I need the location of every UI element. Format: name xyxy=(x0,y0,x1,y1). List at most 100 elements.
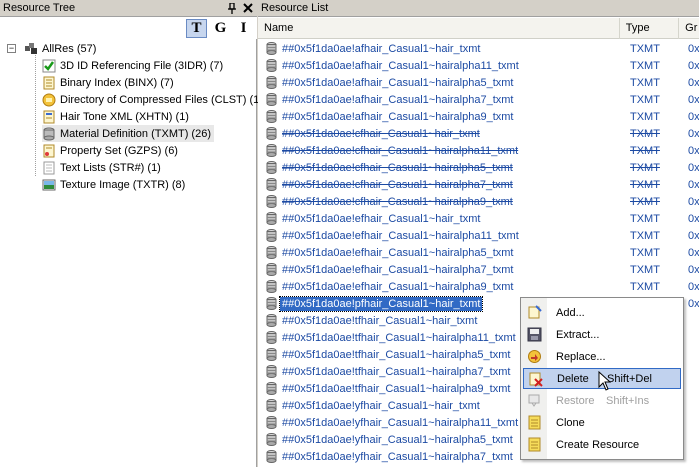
resource-group: 0x xyxy=(688,76,699,89)
menu-item-create-resource[interactable]: Create Resource xyxy=(523,434,681,455)
resource-name: ##0x5f1da0ae!afhair_Casual1~hairalpha5_t… xyxy=(282,76,514,89)
tree-view-group-button[interactable]: G xyxy=(210,19,231,38)
resource-name: ##0x5f1da0ae!afhair_Casual1~hairalpha7_t… xyxy=(282,93,514,106)
tree-item-label: Binary Index (BINX) (7) xyxy=(60,76,174,89)
menu-item-extract[interactable]: Extract... xyxy=(523,324,681,345)
resource-name: ##0x5f1da0ae!yfhair_Casual1~hairalpha7_t… xyxy=(282,450,513,463)
resource-disk-icon xyxy=(266,212,277,225)
resource-name: ##0x5f1da0ae!efhair_Casual1~hairalpha9_t… xyxy=(282,280,514,293)
resource-disk-icon xyxy=(266,161,277,174)
tree-item-binx[interactable]: Binary Index (BINX) (7) xyxy=(42,74,174,91)
replace-icon xyxy=(527,349,542,364)
table-row[interactable]: ##0x5f1da0ae!cfhair_Casual1~hairalpha9_t… xyxy=(258,193,699,210)
resource-name: ##0x5f1da0ae!cfhair_Casual1~hairalpha9_t… xyxy=(282,195,513,208)
resource-group: 0x xyxy=(688,229,699,242)
tree-item-label: Text Lists (STR#) (1) xyxy=(60,161,161,174)
resource-group: 0x xyxy=(688,263,699,276)
clone-icon xyxy=(527,415,542,430)
tree-root-allres[interactable]: AllRes (57) xyxy=(24,40,96,57)
menu-item-label: Extract... xyxy=(556,328,600,341)
table-row[interactable]: ##0x5f1da0ae!afhair_Casual1~hairalpha7_t… xyxy=(258,91,699,108)
resource-name: ##0x5f1da0ae!pfhair_Casual1~hair_txmt xyxy=(278,295,484,312)
tree-item-label: Hair Tone XML (XHTN) (1) xyxy=(60,110,189,123)
resource-type: TXMT xyxy=(630,195,660,208)
menu-item-label: Replace... xyxy=(556,350,606,363)
resource-name: ##0x5f1da0ae!yfhair_Casual1~hairalpha5_t… xyxy=(282,433,513,446)
tree-collapse-icon[interactable]: − xyxy=(7,44,16,53)
resource-disk-icon xyxy=(266,246,277,259)
menu-item-label: Add... xyxy=(556,306,585,319)
resource-name: ##0x5f1da0ae!yfhair_Casual1~hair_txmt xyxy=(282,399,480,412)
resource-type: TXMT xyxy=(630,93,660,106)
pin-icon[interactable] xyxy=(225,1,239,15)
table-row[interactable]: ##0x5f1da0ae!cfhair_Casual1~hair_txmt TXM… xyxy=(258,125,699,142)
3idr-icon xyxy=(42,59,56,73)
table-row[interactable]: ##0x5f1da0ae!afhair_Casual1~hairalpha11_… xyxy=(258,57,699,74)
resource-disk-icon xyxy=(266,93,277,106)
resource-disk-icon xyxy=(266,263,277,276)
resource-name: ##0x5f1da0ae!efhair_Casual1~hairalpha5_t… xyxy=(282,246,514,259)
menu-item-add[interactable]: Add... xyxy=(523,302,681,323)
resource-type: TXMT xyxy=(630,42,660,55)
menu-item-shortcut: Shift+Ins xyxy=(606,394,650,407)
resource-group: 0x xyxy=(688,178,699,191)
column-type[interactable]: Type xyxy=(620,18,680,39)
tree-item-3idr[interactable]: 3D ID Referencing File (3IDR) (7) xyxy=(42,57,223,74)
tree-view-type-button[interactable]: T xyxy=(186,19,207,38)
resource-disk-icon xyxy=(266,450,277,463)
tree-item-label: Directory of Compressed Files (CLST) (1) xyxy=(60,93,263,106)
table-row[interactable]: ##0x5f1da0ae!afhair_Casual1~hair_txmt TXM… xyxy=(258,40,699,57)
table-row[interactable]: ##0x5f1da0ae!afhair_Casual1~hairalpha9_t… xyxy=(258,108,699,125)
table-row[interactable]: ##0x5f1da0ae!cfhair_Casual1~hairalpha5_t… xyxy=(258,159,699,176)
resource-type: TXMT xyxy=(630,127,660,140)
resource-disk-icon xyxy=(266,433,277,446)
tree-toolbar: T G I xyxy=(0,17,257,39)
table-row[interactable]: ##0x5f1da0ae!efhair_Casual1~hair_txmt TXM… xyxy=(258,210,699,227)
close-icon[interactable] xyxy=(241,1,255,15)
table-row[interactable]: ##0x5f1da0ae!afhair_Casual1~hairalpha5_t… xyxy=(258,74,699,91)
binx-icon xyxy=(42,76,56,90)
resource-disk-icon xyxy=(266,110,277,123)
resource-type: TXMT xyxy=(630,212,660,225)
resource-type: TXMT xyxy=(630,144,660,157)
tree-item-str[interactable]: Text Lists (STR#) (1) xyxy=(42,159,161,176)
table-row[interactable]: ##0x5f1da0ae!cfhair_Casual1~hairalpha11_… xyxy=(258,142,699,159)
menu-item-label: Delete xyxy=(557,372,589,385)
resource-group: 0x xyxy=(688,127,699,140)
allres-icon xyxy=(24,42,38,56)
table-row[interactable]: ##0x5f1da0ae!efhair_Casual1~hairalpha7_t… xyxy=(258,261,699,278)
tree-view-instance-button[interactable]: I xyxy=(233,19,254,38)
resource-group: 0x xyxy=(688,161,699,174)
resource-disk-icon xyxy=(266,229,277,242)
menu-item-replace[interactable]: Replace... xyxy=(523,346,681,367)
restore-icon xyxy=(527,393,542,408)
resource-group: 0x xyxy=(688,42,699,55)
tree-item-txmt[interactable]: Material Definition (TXMT) (26) xyxy=(42,125,214,142)
resource-disk-icon xyxy=(266,144,277,157)
tree-item-xhtn[interactable]: Hair Tone XML (XHTN) (1) xyxy=(42,108,189,125)
menu-item-restore[interactable]: Restore Shift+Ins xyxy=(523,390,681,411)
resource-group: 0x xyxy=(688,195,699,208)
column-group[interactable]: Gr xyxy=(679,18,699,39)
xhtn-icon xyxy=(42,110,56,124)
table-row[interactable]: ##0x5f1da0ae!efhair_Casual1~hairalpha5_t… xyxy=(258,244,699,261)
tree-item-clst[interactable]: Directory of Compressed Files (CLST) (1) xyxy=(42,91,263,108)
tree-item-label: 3D ID Referencing File (3IDR) (7) xyxy=(60,59,224,72)
resource-name: ##0x5f1da0ae!afhair_Casual1~hair_txmt xyxy=(282,42,481,55)
tree-root-label: AllRes (57) xyxy=(42,42,97,55)
table-row[interactable]: ##0x5f1da0ae!cfhair_Casual1~hairalpha7_t… xyxy=(258,176,699,193)
table-row[interactable]: ##0x5f1da0ae!efhair_Casual1~hairalpha11_… xyxy=(258,227,699,244)
resource-type: TXMT xyxy=(630,246,660,259)
resource-type: TXMT xyxy=(630,178,660,191)
table-row[interactable]: ##0x5f1da0ae!efhair_Casual1~hairalpha9_t… xyxy=(258,278,699,295)
resource-name: ##0x5f1da0ae!efhair_Casual1~hairalpha7_t… xyxy=(282,263,514,276)
menu-item-shortcut: Shift+Del xyxy=(607,372,652,385)
menu-item-clone[interactable]: Clone xyxy=(523,412,681,433)
resource-name: ##0x5f1da0ae!tfhair_Casual1~hair_txmt xyxy=(282,314,478,327)
clst-icon xyxy=(42,93,56,107)
tree-item-gzps[interactable]: Property Set (GZPS) (6) xyxy=(42,142,178,159)
column-name[interactable]: Name xyxy=(258,18,620,39)
tree-item-txtr[interactable]: Texture Image (TXTR) (8) xyxy=(42,176,185,193)
resource-group: 0x xyxy=(688,297,699,310)
resource-disk-icon xyxy=(266,42,277,55)
